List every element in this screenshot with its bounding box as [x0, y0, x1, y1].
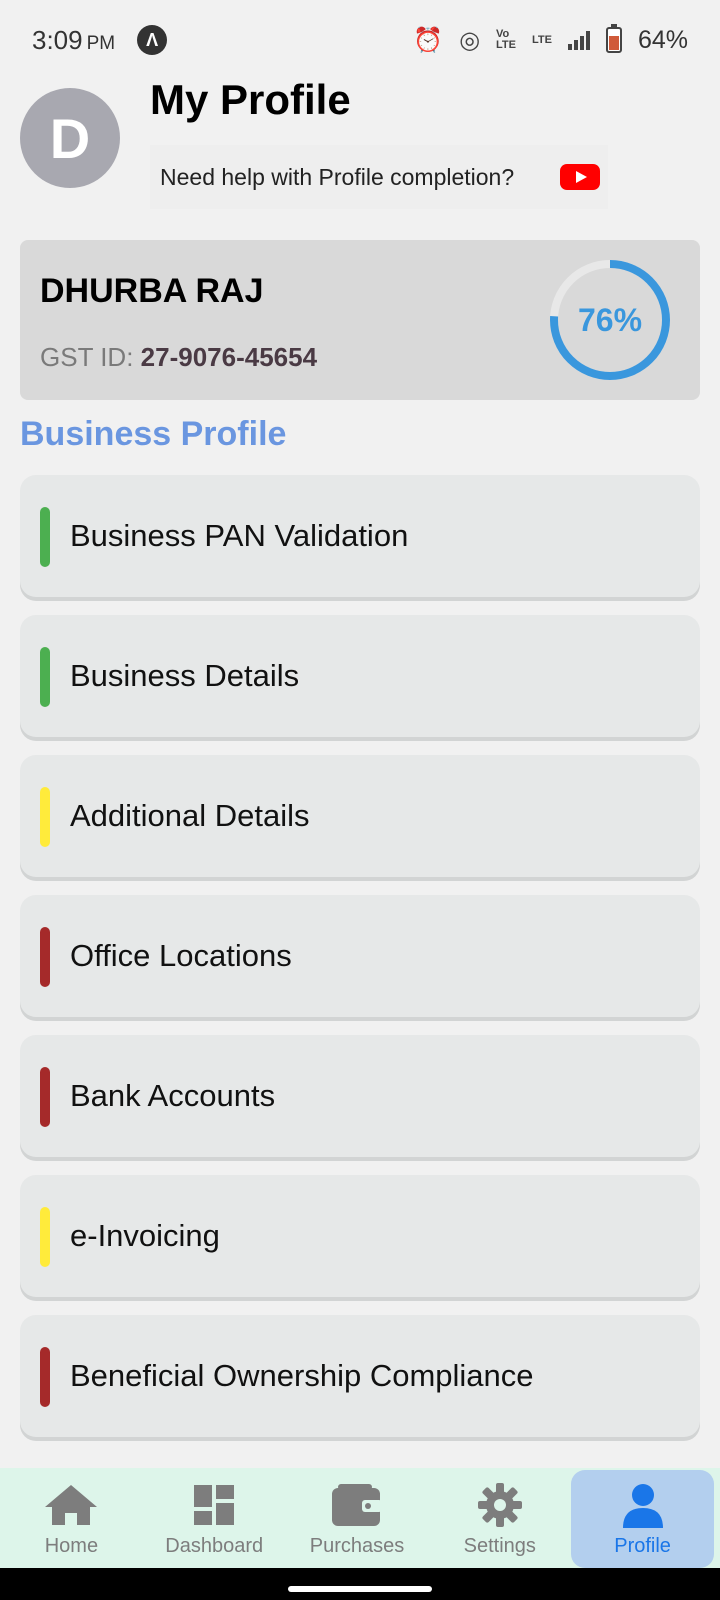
person-icon — [613, 1481, 673, 1529]
status-time: 3:09 PM — [32, 24, 116, 55]
status-bar: 3:09 PM Λ ⏰ ◎ Vo LTE LTE 64% — [0, 0, 720, 80]
status-indicator — [40, 927, 50, 987]
status-indicator — [40, 507, 50, 567]
hotspot-icon: ◎ — [459, 26, 481, 54]
status-indicator — [40, 787, 50, 847]
help-text: Need help with Profile completion? — [160, 163, 515, 190]
nav-label: Settings — [463, 1535, 536, 1557]
nav-label: Purchases — [309, 1535, 405, 1557]
gst-value: 27-9076-45654 — [140, 342, 318, 372]
page-title: My Profile — [150, 76, 351, 123]
home-icon — [41, 1481, 101, 1529]
status-indicator — [40, 647, 50, 707]
dashboard-icon — [184, 1481, 244, 1529]
gst-label: GST ID: — [40, 342, 134, 372]
volte-icon: Vo LTE — [496, 28, 516, 51]
list-item-office-locations[interactable]: Office Locations — [20, 895, 700, 1017]
nav-settings[interactable]: Settings — [428, 1468, 571, 1568]
status-indicator — [40, 1347, 50, 1407]
alarm-icon: ⏰ — [413, 26, 444, 54]
status-icons: ⏰ ◎ Vo LTE LTE 64% — [413, 24, 688, 55]
list-item-additional-details[interactable]: Additional Details — [20, 755, 700, 877]
gst-row: GST ID: 27-9076-45654 — [40, 342, 317, 373]
battery-icon — [605, 24, 622, 53]
status-indicator — [40, 1067, 50, 1127]
list-item-bank-accounts[interactable]: Bank Accounts — [20, 1035, 700, 1157]
list-item-label: Bank Accounts — [70, 1078, 276, 1113]
list-item-label: Beneficial Ownership Compliance — [70, 1358, 534, 1393]
profile-help-link[interactable]: Need help with Profile completion? — [150, 145, 608, 209]
system-navigation-bar — [0, 1568, 720, 1600]
home-gesture-handle[interactable] — [288, 1586, 432, 1592]
nav-label: Dashboard — [165, 1535, 264, 1557]
lte-icon: LTE — [531, 33, 552, 46]
list-item-e-invoicing[interactable]: e-Invoicing — [20, 1175, 700, 1297]
profile-name: DHURBA RAJ — [40, 272, 264, 310]
completion-percent: 76% — [577, 301, 643, 338]
list-item-label: e-Invoicing — [70, 1218, 220, 1253]
profile-summary-card: DHURBA RAJ GST ID: 27-9076-45654 76% — [20, 240, 700, 400]
list-item-business-pan-validation[interactable]: Business PAN Validation — [20, 475, 700, 597]
signal-icon — [567, 30, 590, 50]
bottom-navigation: Home Dashboard Purchases Settings Profil… — [0, 1468, 720, 1568]
status-indicator — [40, 1207, 50, 1267]
nav-purchases[interactable]: Purchases — [286, 1468, 429, 1568]
list-item-label: Office Locations — [70, 938, 292, 973]
avatar[interactable]: D — [20, 88, 120, 188]
wallet-icon — [327, 1481, 387, 1529]
section-title-business-profile: Business Profile — [20, 415, 287, 453]
youtube-icon[interactable] — [560, 164, 600, 190]
nav-home[interactable]: Home — [0, 1468, 143, 1568]
list-item-label: Business PAN Validation — [70, 518, 409, 553]
list-item-label: Business Details — [70, 658, 300, 693]
list-item-beneficial-ownership-compliance[interactable]: Beneficial Ownership Compliance — [20, 1315, 700, 1437]
nav-dashboard[interactable]: Dashboard — [143, 1468, 286, 1568]
list-item-business-details[interactable]: Business Details — [20, 615, 700, 737]
app-notification-icon: Λ — [137, 25, 168, 55]
nav-label: Home — [44, 1535, 99, 1557]
list-item-label: Additional Details — [70, 798, 310, 833]
battery-percent: 64% — [637, 25, 688, 54]
gear-icon — [470, 1481, 530, 1529]
nav-profile[interactable]: Profile — [571, 1470, 714, 1568]
business-profile-list: Business PAN Validation Business Details… — [20, 475, 700, 1455]
nav-label: Profile — [614, 1535, 671, 1557]
